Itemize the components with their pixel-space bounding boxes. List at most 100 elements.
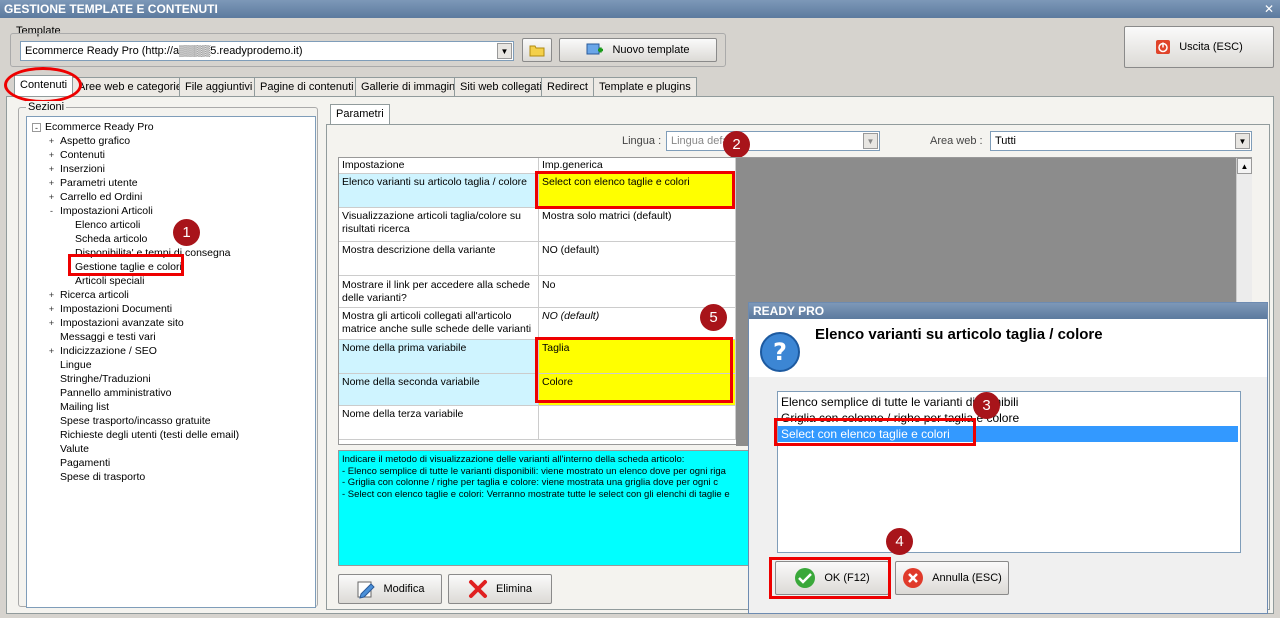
- step-badge-1: 1: [173, 219, 200, 246]
- expand-icon[interactable]: +: [47, 291, 56, 300]
- chevron-down-icon: ▼: [497, 43, 512, 59]
- tree-item[interactable]: Inserzioni: [60, 163, 105, 176]
- window-close-icon[interactable]: ✕: [1262, 2, 1276, 16]
- new-template-icon: [586, 43, 604, 55]
- area-web-label: Area web :: [930, 135, 983, 147]
- delete-button[interactable]: Elimina: [448, 574, 552, 604]
- grid-cell-setting[interactable]: Visualizzazione articoli taglia/colore s…: [339, 208, 539, 242]
- open-folder-button[interactable]: [522, 38, 552, 62]
- tree-item[interactable]: Ecommerce Ready Pro: [45, 121, 154, 134]
- description-box: Indicare il metodo di visualizzazione de…: [338, 450, 750, 566]
- tree-item[interactable]: Stringhe/Traduzioni: [60, 373, 151, 386]
- modify-label: Modifica: [383, 583, 425, 595]
- sections-tree[interactable]: - Ecommerce Ready Pro + Aspetto grafico …: [26, 116, 316, 608]
- tab-redirect[interactable]: Redirect: [541, 77, 594, 96]
- tab-parametri[interactable]: Parametri: [330, 104, 390, 125]
- contenuti-highlight: [4, 67, 82, 103]
- grid-cell-setting[interactable]: Nome della prima variabile: [339, 340, 539, 374]
- expand-icon[interactable]: +: [47, 347, 56, 356]
- grid-cell-value[interactable]: Mostra solo matrici (default): [539, 208, 736, 242]
- tree-item[interactable]: Spese di trasporto: [60, 471, 145, 484]
- exit-label: Uscita (ESC): [1179, 41, 1243, 53]
- template-select[interactable]: Ecommerce Ready Pro (http://a▒▒▒▒5.ready…: [20, 41, 514, 61]
- tree-item[interactable]: Elenco articoli: [75, 219, 140, 232]
- tab-siti-collegati[interactable]: Siti web collegati: [454, 77, 548, 96]
- value-highlight-1: [535, 171, 735, 209]
- tree-item[interactable]: Lingue: [60, 359, 92, 372]
- chevron-down-icon: ▼: [863, 133, 878, 149]
- option-highlight: [774, 418, 976, 446]
- tab-template-plugins[interactable]: Template e plugins: [593, 77, 697, 96]
- tab-aree-web[interactable]: Aree web e categorie: [72, 77, 188, 96]
- tree-item[interactable]: Carrello ed Ordini: [60, 191, 142, 204]
- cancel-icon: [903, 568, 924, 588]
- option-item[interactable]: Elenco semplice di tutte le varianti dis…: [778, 394, 1238, 410]
- collapse-icon[interactable]: -: [32, 123, 41, 133]
- tree-item[interactable]: Impostazioni Articoli: [60, 205, 153, 218]
- grid-cell-setting[interactable]: Nome della terza variabile: [339, 406, 539, 440]
- tree-item[interactable]: Contenuti: [60, 149, 105, 162]
- grid-cell-setting[interactable]: Nome della seconda variabile: [339, 374, 539, 406]
- tree-item[interactable]: Aspetto grafico: [60, 135, 130, 148]
- grid-cell-value[interactable]: NO (default): [539, 242, 736, 276]
- tree-item[interactable]: Parametri utente: [60, 177, 138, 190]
- ok-highlight: [769, 557, 891, 599]
- edit-icon: [357, 581, 375, 599]
- description-line: - Select con elenco taglie e colori: Ver…: [342, 488, 730, 500]
- delete-label: Elimina: [495, 583, 533, 595]
- tab-pagine-contenuti[interactable]: Pagine di contenuti: [254, 77, 360, 96]
- grid-cell-setting[interactable]: Mostrare il link per accedere alla sched…: [339, 276, 539, 308]
- new-template-button[interactable]: Nuovo template: [559, 38, 717, 62]
- chevron-down-icon: ▼: [1235, 133, 1250, 149]
- template-select-value: Ecommerce Ready Pro (http://a▒▒▒▒5.ready…: [25, 45, 303, 57]
- lingua-select[interactable]: Lingua defa ▼: [666, 131, 880, 151]
- tree-item[interactable]: Scheda articolo: [75, 233, 147, 246]
- folder-icon: [529, 45, 545, 57]
- window-title: GESTIONE TEMPLATE E CONTENUTI: [0, 0, 1280, 18]
- tree-item[interactable]: Indicizzazione / SEO: [60, 345, 157, 358]
- tree-item[interactable]: Spese trasporto/incasso gratuite: [60, 415, 211, 428]
- tree-item[interactable]: Messaggi e testi vari: [60, 331, 156, 344]
- tree-item[interactable]: Pagamenti: [60, 457, 110, 470]
- power-icon: [1156, 40, 1171, 54]
- grid-scrollbar[interactable]: ▲: [1236, 158, 1252, 303]
- grid-cell-setting[interactable]: Mostra descrizione della variante: [339, 242, 539, 276]
- tree-item[interactable]: Valute: [60, 443, 89, 456]
- description-line: Indicare il metodo di visualizzazione de…: [342, 454, 685, 465]
- tree-item[interactable]: Richieste degli utenti (testi delle emai…: [60, 429, 239, 442]
- grid-cell-value[interactable]: No: [539, 276, 736, 308]
- expand-icon[interactable]: +: [47, 151, 56, 160]
- tree-item[interactable]: Mailing list: [60, 401, 109, 414]
- svg-text:?: ?: [773, 338, 787, 366]
- step-badge-4: 4: [886, 528, 913, 555]
- sections-label: Sezioni: [26, 101, 67, 113]
- expand-icon[interactable]: +: [47, 305, 56, 314]
- expand-icon[interactable]: +: [47, 319, 56, 328]
- tree-item[interactable]: Impostazioni Documenti: [60, 303, 172, 316]
- expand-icon[interactable]: +: [47, 165, 56, 174]
- step-badge-5: 5: [700, 304, 727, 331]
- expand-icon[interactable]: +: [47, 193, 56, 202]
- tree-item[interactable]: Articoli speciali: [75, 275, 144, 288]
- tree-item[interactable]: Ricerca articoli: [60, 289, 129, 302]
- collapse-icon[interactable]: -: [47, 207, 56, 216]
- cancel-button[interactable]: Annulla (ESC): [895, 561, 1009, 595]
- cancel-label: Annulla (ESC): [932, 572, 1002, 584]
- grid-cell-setting[interactable]: Elenco varianti su articolo taglia / col…: [339, 174, 539, 208]
- expand-icon[interactable]: +: [47, 137, 56, 146]
- tree-item[interactable]: Pannello amministrativo: [60, 387, 171, 400]
- delete-icon: [468, 580, 487, 598]
- tree-item[interactable]: Impostazioni avanzate sito: [60, 317, 184, 330]
- grid-cell-value[interactable]: [539, 406, 736, 440]
- expand-icon[interactable]: +: [47, 179, 56, 188]
- options-list[interactable]: Elenco semplice di tutte le varianti dis…: [777, 391, 1241, 553]
- tab-gallerie[interactable]: Gallerie di immagini: [355, 77, 464, 96]
- dialog-title: READY PRO: [749, 303, 1267, 319]
- description-line: - Elenco semplice di tutte le varianti d…: [342, 465, 726, 477]
- grid-cell-setting[interactable]: Mostra gli articoli collegati all'artico…: [339, 308, 539, 340]
- exit-button[interactable]: Uscita (ESC): [1124, 26, 1274, 68]
- tab-file-aggiuntivi[interactable]: File aggiuntivi: [179, 77, 259, 96]
- area-web-select[interactable]: Tutti ▼: [990, 131, 1252, 151]
- scroll-up-icon[interactable]: ▲: [1237, 158, 1252, 174]
- modify-button[interactable]: Modifica: [338, 574, 442, 604]
